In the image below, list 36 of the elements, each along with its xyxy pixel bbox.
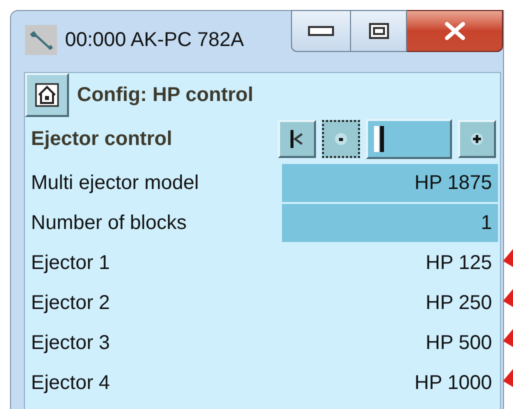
setting-value: HP 125 xyxy=(426,251,493,276)
position-slider[interactable] xyxy=(366,119,452,159)
annotation-arrow-icon xyxy=(503,329,513,347)
setting-value: HP 250 xyxy=(426,291,493,316)
value-field[interactable]: 1 xyxy=(282,204,498,242)
home-icon xyxy=(35,83,59,107)
minimize-icon xyxy=(308,26,334,36)
skip-back-icon xyxy=(290,129,304,149)
close-icon xyxy=(444,22,466,40)
slider-thumb[interactable] xyxy=(374,126,384,152)
annotation-arrow-icon xyxy=(503,369,513,387)
setting-label: Ejector 4 xyxy=(31,371,110,396)
setting-value: HP 1000 xyxy=(414,371,493,396)
wrench-icon xyxy=(25,25,57,55)
setting-value: HP 500 xyxy=(426,331,493,356)
previous-button[interactable] xyxy=(322,120,360,158)
section-title: Ejector control xyxy=(31,127,172,152)
first-button[interactable] xyxy=(278,120,316,158)
plus-icon xyxy=(470,132,484,146)
value-field[interactable]: HP 1875 xyxy=(282,164,498,202)
annotation-arrow-icon xyxy=(503,289,513,307)
page-title: Config: HP control xyxy=(77,83,254,108)
home-button[interactable] xyxy=(25,73,69,117)
maximize-icon xyxy=(368,23,388,39)
annotation-arrow-icon xyxy=(503,249,513,267)
window-title: 00:000 AK-PC 782A xyxy=(65,28,244,53)
minimize-button[interactable] xyxy=(291,10,351,52)
close-button[interactable] xyxy=(407,10,503,52)
maximize-button[interactable] xyxy=(351,10,407,52)
minus-icon xyxy=(334,132,348,146)
setting-label: Ejector 3 xyxy=(31,331,110,356)
setting-label: Ejector 1 xyxy=(31,251,110,276)
setting-label: Multi ejector model xyxy=(31,171,199,196)
setting-label: Ejector 2 xyxy=(31,291,110,316)
setting-label: Number of blocks xyxy=(31,211,187,236)
next-button[interactable] xyxy=(458,120,496,158)
